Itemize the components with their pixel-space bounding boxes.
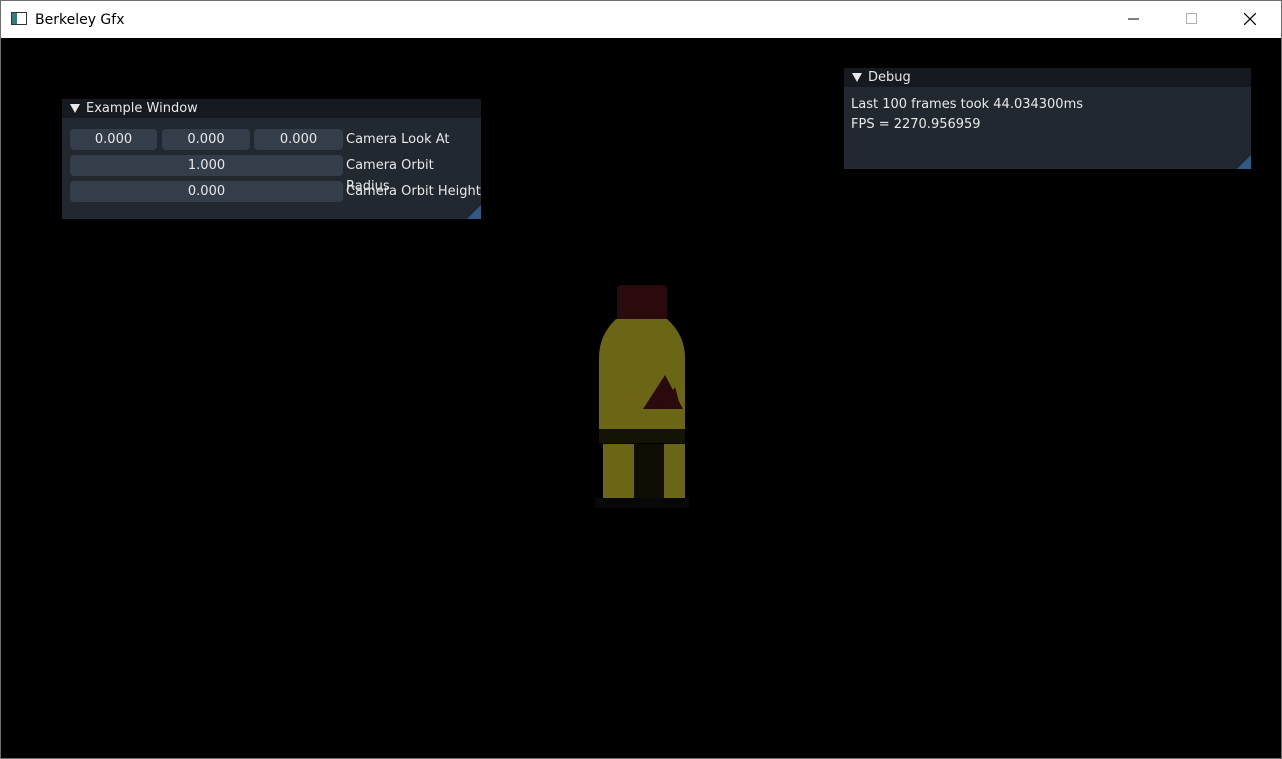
collapse-arrow-icon[interactable] (70, 104, 80, 113)
render-viewport[interactable]: Example Window 0.000 0.000 0.000 Camera … (1, 38, 1281, 758)
example-window-title-bar[interactable]: Example Window (62, 99, 481, 118)
debug-window-title-bar[interactable]: Debug (844, 68, 1251, 87)
bottle-band (599, 429, 685, 443)
debug-window[interactable]: Debug Last 100 frames took 44.034300ms F… (844, 68, 1251, 169)
app-window-icon (11, 12, 27, 25)
camera-orbit-height-label: Camera Orbit Height (346, 184, 481, 199)
frame-time-text: Last 100 frames took 44.034300ms (851, 97, 1084, 112)
title-bar[interactable]: Berkeley Gfx (1, 1, 1281, 38)
debug-window-title: Debug (868, 70, 911, 85)
example-window[interactable]: Example Window 0.000 0.000 0.000 Camera … (62, 99, 481, 219)
bottle-render (595, 285, 689, 508)
collapse-arrow-icon[interactable] (852, 73, 862, 82)
camera-look-at-y-field[interactable]: 0.000 (162, 129, 250, 150)
camera-look-at-label: Camera Look At (346, 132, 450, 147)
fps-text: FPS = 2270.956959 (851, 117, 981, 132)
bottle-lower-left (603, 444, 634, 498)
maximize-button[interactable] (1163, 1, 1221, 38)
bottle-cap (617, 285, 667, 321)
bottle-lower-gap (634, 444, 664, 498)
window-title: Berkeley Gfx (35, 12, 125, 28)
camera-orbit-height-field[interactable]: 0.000 (70, 181, 343, 202)
bottle-lower-right (664, 444, 685, 498)
minimize-icon (1128, 18, 1139, 20)
minimize-button[interactable] (1105, 1, 1163, 38)
resize-grip-icon[interactable] (467, 205, 481, 219)
camera-look-at-z-field[interactable]: 0.000 (254, 129, 343, 150)
bottle-upper-body (599, 319, 685, 429)
example-window-title: Example Window (86, 101, 198, 116)
app-window: Berkeley Gfx Example Window 0.000 0.000 … (0, 0, 1282, 759)
close-icon (1244, 13, 1256, 25)
camera-orbit-radius-field[interactable]: 1.000 (70, 155, 343, 176)
bottle-base (595, 498, 689, 508)
maximize-icon (1186, 13, 1197, 24)
close-button[interactable] (1221, 1, 1279, 38)
camera-look-at-x-field[interactable]: 0.000 (70, 129, 157, 150)
resize-grip-icon[interactable] (1237, 155, 1251, 169)
